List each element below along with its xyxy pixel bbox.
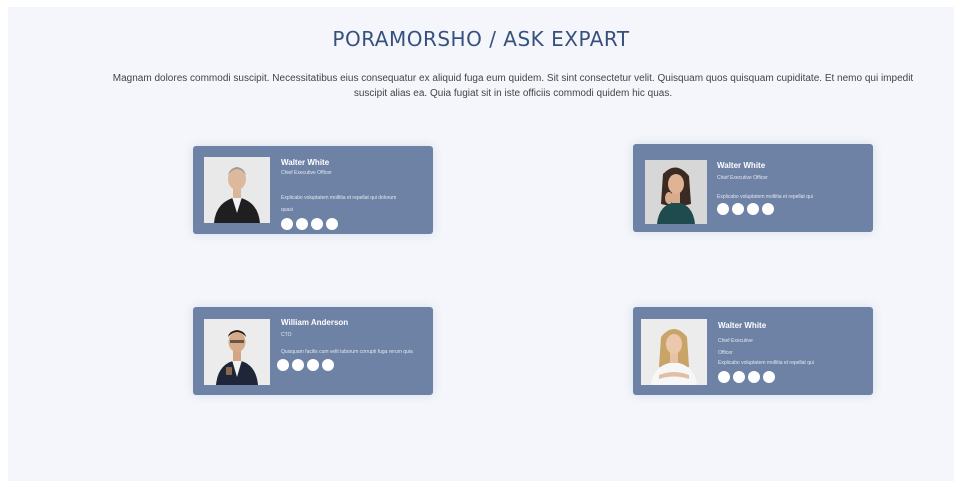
member-info: William Anderson CTO Quisquam facilis cu… [277,318,416,371]
member-description: Explicabo voluptatem mollitia et repella… [718,360,814,366]
member-name: William Anderson [281,318,349,327]
member-name: Walter White [718,321,767,330]
member-description: Explicabo voluptatem mollitia et repella… [717,194,813,200]
social-links [718,371,858,383]
member-description: Explicabo voluptatem mollitia et repella… [281,195,397,213]
instagram-icon[interactable] [748,371,760,383]
member-photo [204,157,270,223]
social-links [277,359,416,371]
facebook-icon[interactable] [733,371,745,383]
member-info: Walter White Chief Executive Officer Exp… [717,161,857,215]
instagram-icon[interactable] [307,359,319,371]
member-photo [204,319,270,385]
member-name: Walter White [717,161,766,170]
member-info: Walter White Chief Executive Officer Exp… [281,158,406,230]
social-links [717,203,857,215]
team-card: Walter White Chief Executive Officer Exp… [633,144,873,232]
instagram-icon[interactable] [311,218,323,230]
team-section: PORAMORSHO / ASK EXPART Magnam dolores c… [8,7,954,481]
team-card: Walter White Chief Executive Officer Exp… [193,146,433,234]
facebook-icon[interactable] [292,359,304,371]
member-role: Chief Executive Officer [717,175,768,181]
member-info: Walter White Chief Executive Officer Exp… [718,321,858,383]
instagram-icon[interactable] [747,203,759,215]
team-card: Walter White Chief Executive Officer Exp… [633,307,873,395]
member-role: CTO [281,332,292,338]
member-name: Walter White [281,158,330,167]
facebook-icon[interactable] [296,218,308,230]
member-role: Chief Executive Officer [718,338,753,356]
section-description: Magnam dolores commodi suscipit. Necessi… [112,73,914,99]
social-links [281,218,406,230]
linkedin-icon[interactable] [326,218,338,230]
twitter-icon[interactable] [281,218,293,230]
member-role: Chief Executive Officer [281,170,332,176]
member-photo [641,319,707,385]
member-description: Quisquam facilis cum velit laborum corru… [281,349,413,355]
member-photo [645,160,707,224]
linkedin-icon[interactable] [762,203,774,215]
section-title: PORAMORSHO / ASK EXPART [332,27,630,51]
twitter-icon[interactable] [717,203,729,215]
facebook-icon[interactable] [732,203,744,215]
linkedin-icon[interactable] [763,371,775,383]
linkedin-icon[interactable] [322,359,334,371]
team-card: William Anderson CTO Quisquam facilis cu… [193,307,433,395]
twitter-icon[interactable] [718,371,730,383]
twitter-icon[interactable] [277,359,289,371]
